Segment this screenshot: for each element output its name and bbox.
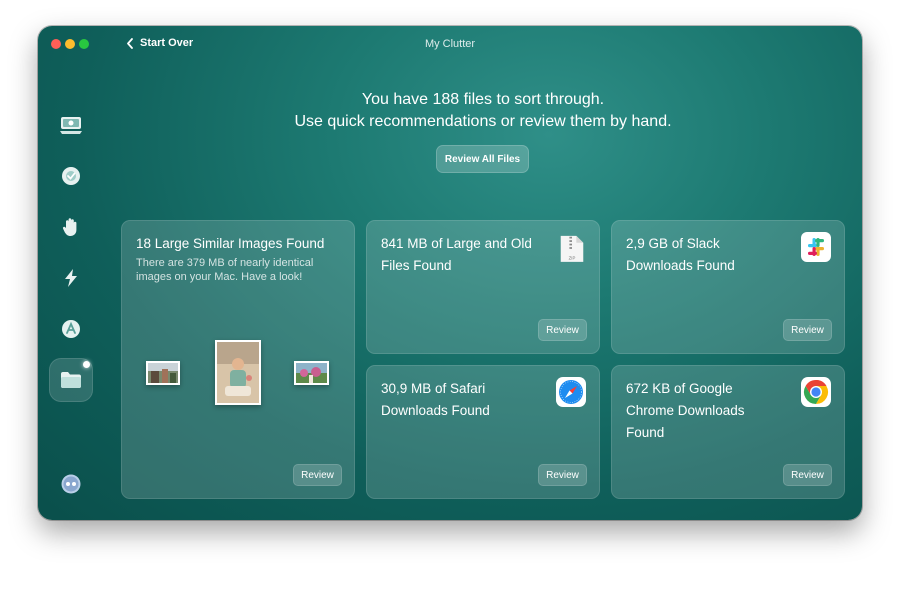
card-large-old-files[interactable]: 841 MB of Large and Old Files Found ZIP … — [366, 220, 600, 354]
window-title: My Clutter — [424, 38, 476, 50]
app-window: Start Over My Clutter You have 188 files… — [38, 26, 862, 520]
zip-file-icon: ZIP — [560, 235, 584, 262]
slack-icon — [801, 232, 831, 262]
card-chrome-downloads[interactable]: 672 KB of Google Chrome Downloads Found … — [611, 365, 845, 499]
svg-text:ZIP: ZIP — [569, 255, 576, 260]
card-description: There are 379 MB of nearly identical ima… — [136, 257, 314, 283]
card-safari-downloads[interactable]: 30,9 MB of Safari Downloads Found Review — [366, 365, 600, 499]
review-button[interactable]: Review — [783, 319, 832, 341]
sidebar — [38, 86, 104, 520]
safari-icon — [556, 377, 586, 407]
disk-icon — [60, 117, 82, 134]
protection-icon — [62, 167, 80, 185]
sidebar-item-performance[interactable] — [52, 259, 90, 297]
sidebar-item-protection[interactable] — [52, 157, 90, 195]
card-slack-downloads[interactable]: 2,9 GB of Slack Downloads Found Review — [611, 220, 845, 354]
review-button[interactable]: Review — [538, 464, 587, 486]
review-all-files-button[interactable]: Review All Files — [436, 145, 529, 173]
review-button[interactable]: Review — [538, 319, 587, 341]
card-title: 18 Large Similar Images Found — [136, 236, 325, 251]
sidebar-item-cleanup[interactable] — [52, 106, 90, 144]
applications-icon — [62, 320, 80, 338]
card-title: 2,9 GB of Slack Downloads Found — [626, 236, 735, 273]
folder-icon — [61, 372, 81, 388]
chrome-icon — [801, 377, 831, 407]
card-title: 30,9 MB of Safari Downloads Found — [381, 381, 490, 418]
hand-icon — [62, 218, 77, 236]
image-thumbnail — [146, 361, 180, 385]
notification-dot — [83, 361, 90, 368]
review-button[interactable]: Review — [293, 464, 342, 486]
sidebar-item-assistant[interactable] — [52, 465, 90, 503]
recommendation-subheading: Use quick recommendations or review them… — [294, 113, 672, 130]
image-thumbnail — [294, 361, 329, 385]
title-bar: Start Over My Clutter — [38, 26, 862, 62]
card-similar-images[interactable]: 18 Large Similar Images Found There are … — [121, 220, 355, 499]
sidebar-item-privacy[interactable] — [52, 208, 90, 246]
files-count-heading: You have 188 files to sort through. — [361, 91, 605, 108]
sidebar-item-applications[interactable] — [52, 310, 90, 348]
image-thumbnail — [215, 340, 261, 405]
assistant-icon — [61, 474, 81, 494]
review-button[interactable]: Review — [783, 464, 832, 486]
card-title: 841 MB of Large and Old Files Found — [381, 236, 532, 273]
card-title: 672 KB of Google Chrome Downloads Found — [626, 381, 745, 440]
speed-icon — [65, 269, 77, 287]
sidebar-item-my-clutter[interactable] — [49, 358, 93, 402]
